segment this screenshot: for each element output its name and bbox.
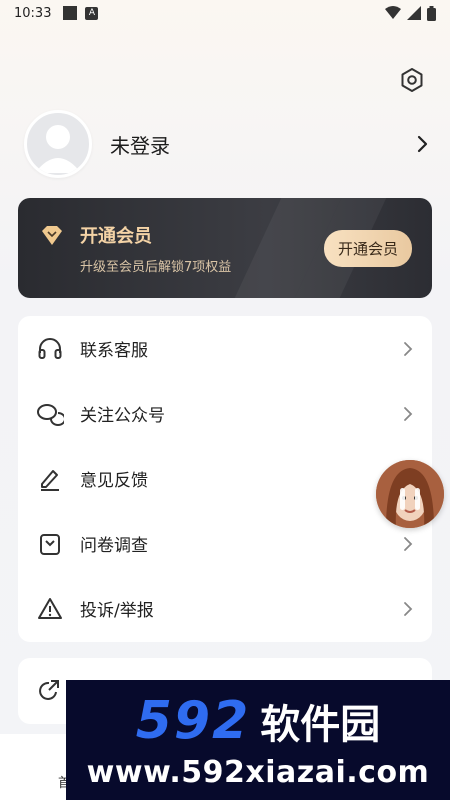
avatar[interactable] bbox=[24, 110, 92, 178]
chevron-right-icon[interactable] bbox=[416, 135, 430, 153]
pencil-icon bbox=[36, 465, 64, 493]
chevron-right-icon bbox=[404, 536, 413, 551]
settings-button[interactable] bbox=[394, 62, 430, 98]
watermark-number: 592 bbox=[135, 690, 251, 751]
chat-bubbles-icon bbox=[36, 400, 64, 428]
chevron-right-icon bbox=[404, 341, 413, 356]
watermark-brand: 592 软件园 bbox=[136, 691, 381, 751]
login-status-text[interactable]: 未登录 bbox=[110, 130, 170, 159]
open-vip-button[interactable]: 开通会员 bbox=[323, 229, 412, 267]
menu-item-follow-account[interactable]: 关注公众号 bbox=[18, 381, 432, 446]
signal-icon bbox=[407, 6, 421, 20]
vip-title: 开通会员 bbox=[80, 225, 152, 247]
floating-assistant-avatar[interactable] bbox=[376, 460, 444, 528]
profile-row[interactable]: 未登录 bbox=[24, 108, 430, 180]
a-badge-icon: A bbox=[85, 6, 99, 20]
clipboard-icon bbox=[36, 530, 64, 558]
wifi-icon bbox=[385, 6, 401, 19]
menu-item-label: 关注公众号 bbox=[80, 406, 165, 426]
menu-item-feedback[interactable]: 意见反馈 bbox=[18, 446, 432, 511]
assistant-face-icon bbox=[376, 460, 444, 528]
battery-icon bbox=[427, 5, 436, 21]
status-bar: 10:33 A bbox=[0, 0, 450, 26]
watermark-chinese: 软件园 bbox=[260, 701, 381, 748]
status-right bbox=[385, 5, 436, 21]
menu-list: 联系客服 关注公众号 意见反馈 问卷调查 投诉/举报 bbox=[18, 316, 432, 642]
chevron-right-icon bbox=[404, 601, 413, 616]
share-icon bbox=[39, 680, 59, 700]
menu-item-label: 意见反馈 bbox=[80, 471, 148, 491]
menu-item-label: 联系客服 bbox=[80, 341, 148, 361]
chevron-right-icon bbox=[404, 406, 413, 421]
warning-icon bbox=[36, 595, 64, 623]
menu-item-survey[interactable]: 问卷调查 bbox=[18, 511, 432, 576]
menu-item-customer-service[interactable]: 联系客服 bbox=[18, 316, 432, 381]
menu-item-report[interactable]: 投诉/举报 bbox=[18, 576, 432, 641]
default-user-icon bbox=[35, 125, 81, 173]
vip-subtitle: 升级至会员后解锁7项权益 bbox=[80, 259, 232, 275]
watermark-banner: 592 软件园 www.592xiazai.com bbox=[66, 680, 450, 800]
vip-banner[interactable]: 开通会员 升级至会员后解锁7项权益 开通会员 bbox=[18, 198, 432, 298]
status-time: 10:33 bbox=[14, 5, 52, 21]
menu-item-label: 投诉/举报 bbox=[80, 601, 154, 621]
diamond-icon bbox=[42, 226, 62, 245]
gear-icon bbox=[401, 68, 423, 92]
vip-texts: 开通会员 升级至会员后解锁7项权益 bbox=[80, 222, 231, 275]
menu-item-label: 问卷调查 bbox=[80, 536, 148, 556]
watermark-url: www.592xiazai.com bbox=[86, 754, 430, 790]
notification-icon bbox=[63, 6, 78, 20]
headset-icon bbox=[36, 335, 64, 363]
